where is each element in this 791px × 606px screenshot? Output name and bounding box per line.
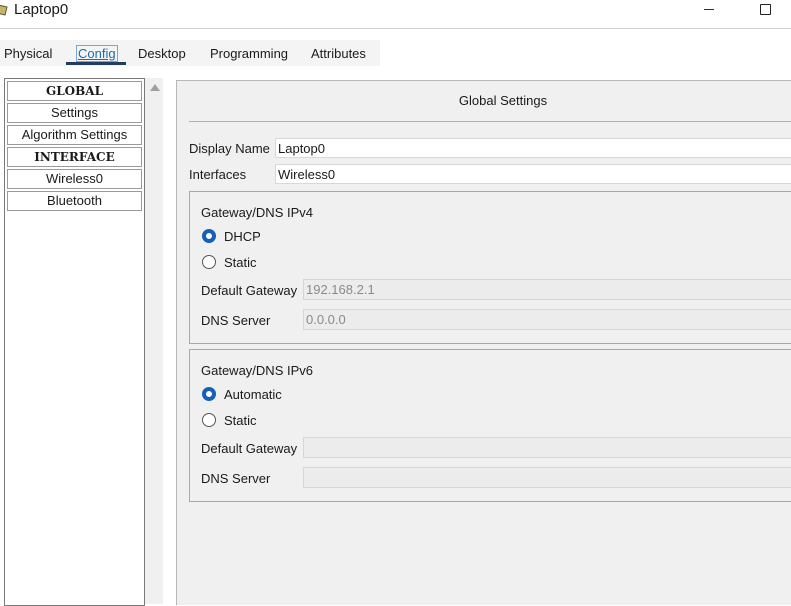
tab-bar: Physical Config Desktop Programming Attr… bbox=[0, 40, 380, 66]
display-name-label: Display Name bbox=[189, 141, 270, 156]
ipv6-gateway-field[interactable] bbox=[303, 437, 791, 458]
title-divider bbox=[189, 121, 791, 122]
ipv4-dhcp-label[interactable]: DHCP bbox=[224, 229, 261, 244]
section-title: Global Settings bbox=[458, 93, 548, 108]
tab-attributes[interactable]: Attributes bbox=[311, 46, 366, 61]
sidebar-item-settings[interactable]: Settings bbox=[7, 103, 142, 123]
sidebar-item-wireless0[interactable]: Wireless0 bbox=[7, 169, 142, 189]
sidebar-item-bluetooth[interactable]: Bluetooth bbox=[7, 191, 142, 211]
ipv4-dns-field[interactable]: 0.0.0.0 bbox=[303, 309, 791, 330]
tab-label: Attributes bbox=[311, 46, 366, 61]
minimize-button[interactable] bbox=[700, 0, 720, 18]
ipv4-gateway-label: Default Gateway bbox=[201, 283, 298, 298]
sidebar-scrollbar[interactable] bbox=[145, 78, 163, 604]
ipv4-gateway-field[interactable]: 192.168.2.1 bbox=[303, 279, 791, 300]
active-tab-indicator bbox=[66, 62, 126, 65]
ipv6-gateway-label: Default Gateway bbox=[201, 441, 298, 456]
tab-desktop[interactable]: Desktop bbox=[138, 46, 186, 61]
laptop-app-icon bbox=[0, 4, 8, 16]
sidebar-header-global[interactable]: GLOBAL bbox=[7, 81, 142, 101]
sidebar-header-interface[interactable]: INTERFACE bbox=[7, 147, 142, 167]
ipv4-dhcp-radio[interactable] bbox=[202, 229, 216, 243]
interfaces-label: Interfaces bbox=[189, 167, 247, 182]
display-name-field[interactable]: Laptop0 bbox=[275, 138, 791, 158]
tab-config[interactable]: Config bbox=[76, 45, 118, 62]
sidebar-item-algorithm-settings[interactable]: Algorithm Settings bbox=[7, 125, 142, 145]
ipv6-static-label[interactable]: Static bbox=[224, 413, 257, 428]
title-bar: Laptop0 bbox=[0, 0, 791, 29]
ipv6-dns-field[interactable] bbox=[303, 467, 791, 488]
window-title: Laptop0 bbox=[14, 1, 69, 18]
ipv6-static-radio[interactable] bbox=[202, 413, 216, 427]
settings-panel: Global Settings Display Name Laptop0 Int… bbox=[176, 80, 791, 605]
tab-physical[interactable]: Physical bbox=[4, 46, 52, 61]
tab-label: Desktop bbox=[138, 46, 186, 61]
ipv4-dns-label: DNS Server bbox=[201, 313, 271, 328]
ipv4-static-label[interactable]: Static bbox=[224, 255, 257, 270]
ipv4-static-radio[interactable] bbox=[202, 255, 216, 269]
tab-label: Physical bbox=[4, 46, 53, 61]
tab-label: Config bbox=[76, 45, 118, 62]
ipv4-group: Gateway/DNS IPv4 DHCP Static Default Gat… bbox=[189, 191, 791, 344]
ipv4-group-title: Gateway/DNS IPv4 bbox=[201, 205, 313, 220]
ipv6-automatic-label[interactable]: Automatic bbox=[224, 387, 282, 402]
maximize-button[interactable] bbox=[758, 2, 774, 18]
scroll-up-arrow-icon[interactable] bbox=[150, 84, 160, 91]
ipv6-group-title: Gateway/DNS IPv6 bbox=[201, 363, 313, 378]
ipv6-group: Gateway/DNS IPv6 Automatic Static Defaul… bbox=[189, 349, 791, 502]
interfaces-select[interactable]: Wireless0 bbox=[275, 164, 791, 184]
sidebar: GLOBAL Settings Algorithm Settings INTER… bbox=[4, 78, 145, 606]
tab-programming[interactable]: Programming bbox=[210, 46, 288, 61]
ipv6-dns-label: DNS Server bbox=[201, 471, 271, 486]
tab-label: Programming bbox=[210, 46, 289, 61]
ipv6-automatic-radio[interactable] bbox=[202, 387, 216, 401]
